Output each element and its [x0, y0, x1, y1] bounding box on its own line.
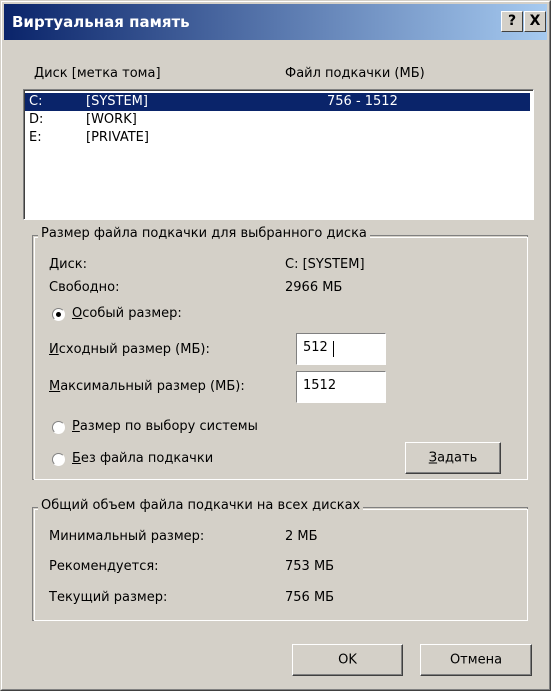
title-bar[interactable]: Виртуальная память ? X — [4, 4, 547, 40]
close-button[interactable]: X — [524, 11, 546, 32]
min-size-value: 2 МБ — [285, 529, 318, 544]
max-size-input[interactable]: 1512 — [296, 371, 386, 403]
cancel-button[interactable]: Отмена — [420, 644, 532, 676]
no-pagefile-radio[interactable] — [52, 453, 65, 466]
free-space-value: 2966 МБ — [285, 280, 343, 295]
initial-size-input[interactable]: 512 — [296, 333, 386, 365]
custom-size-label[interactable]: Особый размер: — [72, 306, 182, 321]
drive-list[interactable]: C: [SYSTEM] 756 - 1512 D: [WORK] E: [PRI… — [23, 89, 534, 220]
current-size-value: 756 МБ — [285, 590, 335, 605]
drive-row-e[interactable]: E: [PRIVATE] — [25, 129, 530, 147]
custom-size-radio[interactable] — [52, 308, 65, 321]
system-managed-radio[interactable] — [52, 421, 65, 434]
drive-label: [SYSTEM] — [86, 94, 148, 109]
drive-column-header: Диск [метка тома] — [34, 66, 161, 81]
text-caret — [333, 341, 334, 357]
dialog-title: Виртуальная память — [12, 13, 190, 31]
help-button[interactable]: ? — [501, 11, 523, 32]
system-managed-label[interactable]: Размер по выбору системы — [72, 419, 258, 434]
drive-label: [PRIVATE] — [86, 130, 149, 145]
no-pagefile-label[interactable]: Без файла подкачки — [72, 451, 213, 466]
drive-letter: D: — [29, 112, 44, 127]
total-pagefile-group-legend: Общий объем файла подкачки на всех диска… — [38, 498, 364, 513]
ok-button[interactable]: OK — [292, 644, 403, 676]
initial-size-label: Исходный размер (МБ): — [49, 342, 210, 357]
pagefile-column-header: Файл подкачки (МБ) — [285, 66, 425, 81]
drive-header-prefix: Диск — [34, 66, 72, 81]
min-size-label: Минимальный размер: — [49, 529, 205, 544]
radio-checked-dot — [56, 312, 61, 317]
free-space-label: Свободно: — [49, 280, 120, 295]
set-button[interactable]: Задать — [405, 442, 501, 474]
max-size-label: Максимальный размер (МБ): — [49, 379, 245, 394]
drive-row-c[interactable]: C: [SYSTEM] 756 - 1512 — [25, 93, 530, 111]
virtual-memory-dialog: Виртуальная память ? X Диск [метка тома]… — [0, 0, 551, 691]
disk-label: Диск: — [49, 257, 87, 272]
drive-pagefile-size: 756 - 1512 — [327, 94, 398, 109]
drive-label: [WORK] — [86, 112, 137, 127]
current-size-label: Текущий размер: — [49, 590, 168, 605]
drive-letter: C: — [29, 94, 43, 109]
recommended-label: Рекомендуется: — [49, 559, 159, 574]
drive-row-d[interactable]: D: [WORK] — [25, 111, 530, 129]
recommended-value: 753 МБ — [285, 559, 335, 574]
selected-drive-group-legend: Размер файла подкачки для выбранного дис… — [38, 226, 370, 241]
cancel-button-label: Отмена — [449, 652, 503, 668]
drive-letter: E: — [29, 130, 42, 145]
ok-button-label: OK — [338, 652, 357, 668]
drive-header-rest: метка тома] — [76, 66, 161, 81]
disk-value: C: [SYSTEM] — [285, 257, 365, 272]
